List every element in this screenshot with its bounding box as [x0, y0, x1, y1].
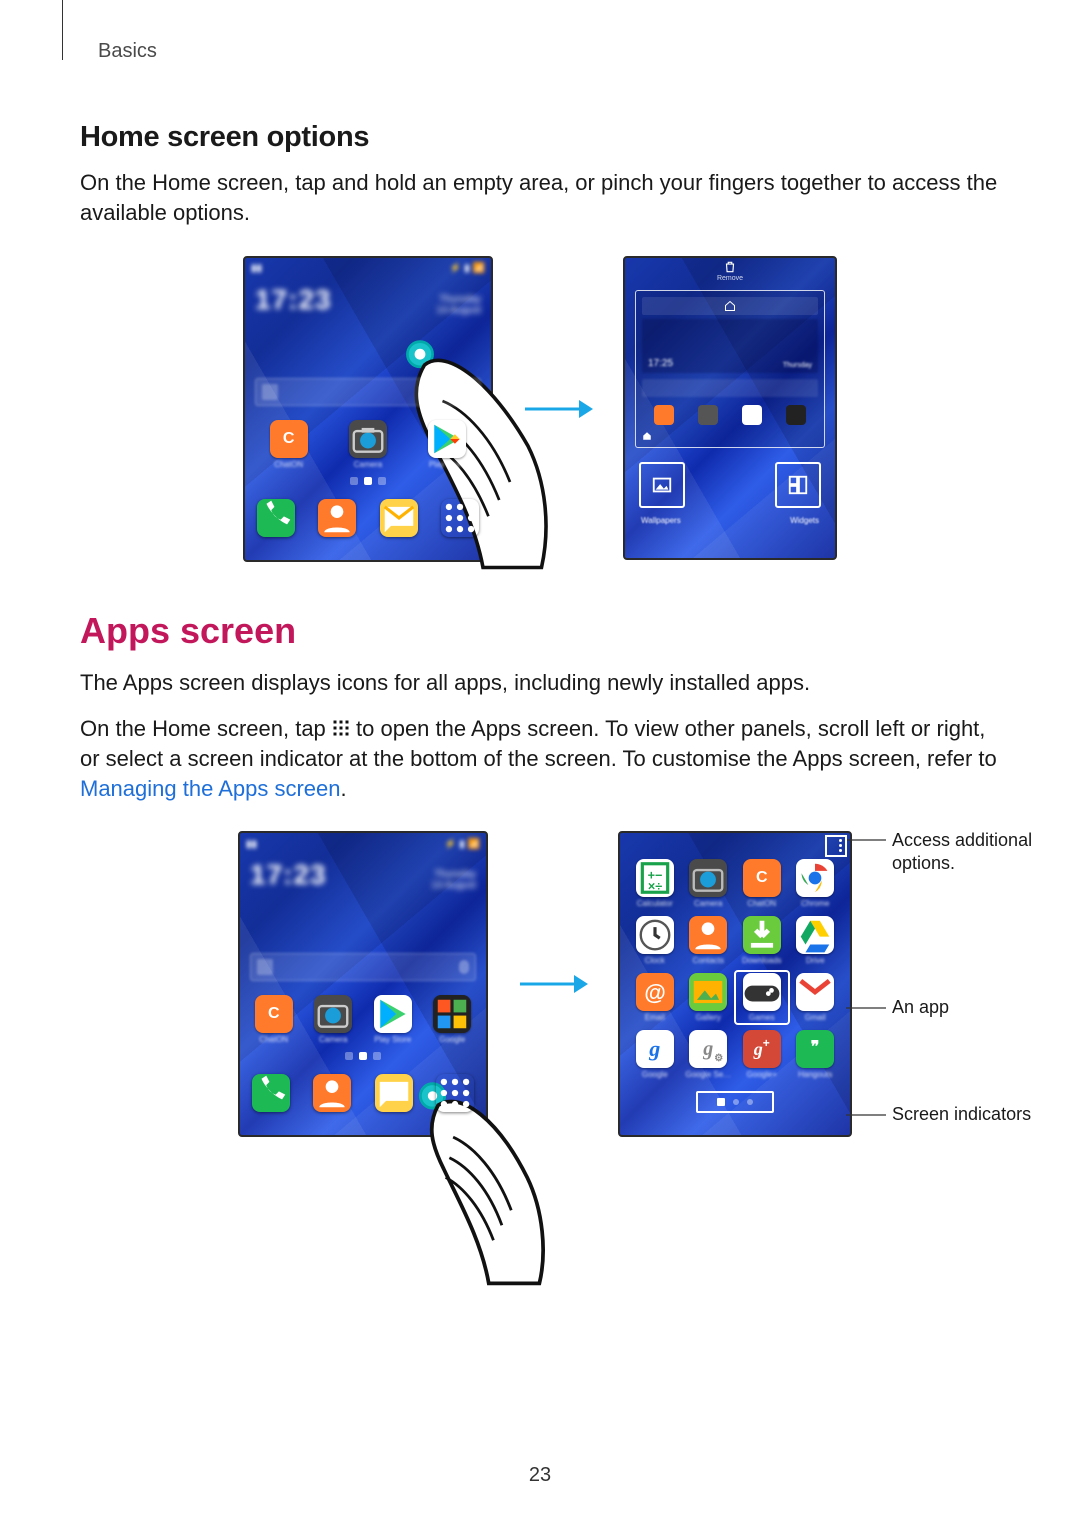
mini-chaton-icon: [654, 405, 674, 425]
figure-apps-screen: ▮▮⚡ ▮ 📶 17:23 Thursday14 August ChatON C…: [90, 831, 1000, 1137]
screen-indicators: [696, 1091, 774, 1113]
callout-app-label: An app: [892, 997, 1080, 1018]
illustration-home-screen: ▮▮⚡ ▮ 📶 17:23 Thursday14 August ChatON C…: [243, 256, 493, 562]
messages-icon: [380, 499, 418, 537]
paragraph-apps-1: The Apps screen displays icons for all a…: [80, 668, 1000, 698]
figure-home-options: ▮▮⚡ ▮ 📶 17:23 Thursday14 August ChatON C…: [140, 256, 940, 562]
wallpapers-option-icon: [639, 462, 685, 508]
contacts-icon: [318, 499, 356, 537]
home-fill-icon: [642, 431, 652, 441]
contacts-icon: [313, 1074, 351, 1112]
trash-icon: [723, 260, 737, 274]
dialer-icon: [257, 499, 295, 537]
apps-grid-inline-icon: [332, 719, 350, 737]
apps-drawer-icon: [436, 1074, 474, 1112]
email-icon: @: [636, 973, 674, 1011]
mini-collage-icon: [786, 405, 806, 425]
home-outline-icon: [724, 300, 736, 312]
google-plus-icon: g+: [743, 1030, 781, 1068]
widgets-option-icon: [775, 462, 821, 508]
camera-icon: [314, 995, 352, 1033]
paragraph-home-options: On the Home screen, tap and hold an empt…: [80, 168, 1000, 228]
play-store-icon: [428, 420, 466, 458]
contacts-icon: [689, 916, 727, 954]
camera-icon: [349, 420, 387, 458]
callout-app-highlight: [734, 970, 790, 1025]
heading-home-screen-options: Home screen options: [80, 121, 1000, 154]
more-options-icon: [839, 839, 842, 852]
heading-apps-screen: Apps screen: [80, 610, 1000, 652]
drive-icon: [796, 916, 834, 954]
play-store-icon: [374, 995, 412, 1033]
callout-indicators-label: Screen indicators: [892, 1104, 1080, 1125]
calculator-icon: +−×÷: [636, 859, 674, 897]
paragraph-apps-2: On the Home screen, tap to open the Apps…: [80, 714, 1000, 804]
gallery-icon: [689, 973, 727, 1011]
camera-icon: [689, 859, 727, 897]
gmail-icon: [796, 973, 834, 1011]
apps-drawer-icon: [441, 499, 479, 537]
google-icon: g: [636, 1030, 674, 1068]
chaton-icon: [270, 420, 308, 458]
link-managing-apps-screen[interactable]: Managing the Apps screen: [80, 776, 341, 801]
svg-text:×÷: ×÷: [648, 880, 662, 894]
chapter-label: Basics: [98, 40, 1000, 63]
chaton-icon: [743, 859, 781, 897]
callout-options-label: Access additional options.: [892, 829, 1080, 874]
svg-text:@: @: [644, 980, 666, 1005]
illustration-home-options: Remove 17:25Thursday: [623, 256, 837, 560]
callout-more-highlight: [825, 835, 847, 857]
page-number: 23: [0, 1464, 1080, 1487]
mini-play-icon: [742, 405, 762, 425]
chaton-icon: [255, 995, 293, 1033]
apps-folder-icon: [433, 995, 471, 1033]
illustration-apps-screen: +−×÷Calculator Camera ChatON Chrome Cloc…: [618, 831, 852, 1137]
mini-camera-icon: [698, 405, 718, 425]
chrome-icon: [796, 859, 834, 897]
arrow-right-icon: [518, 969, 588, 999]
illustration-tap-apps: ▮▮⚡ ▮ 📶 17:23 Thursday14 August ChatON C…: [238, 831, 488, 1137]
dialer-icon: [252, 1074, 290, 1112]
arrow-right-icon: [523, 394, 593, 424]
messages-icon: [375, 1074, 413, 1112]
svg-text:❞: ❞: [811, 1040, 820, 1057]
google-settings-icon: g⚙: [689, 1030, 727, 1068]
hangouts-icon: ❞: [796, 1030, 834, 1068]
clock-icon: [636, 916, 674, 954]
downloads-icon: [743, 916, 781, 954]
